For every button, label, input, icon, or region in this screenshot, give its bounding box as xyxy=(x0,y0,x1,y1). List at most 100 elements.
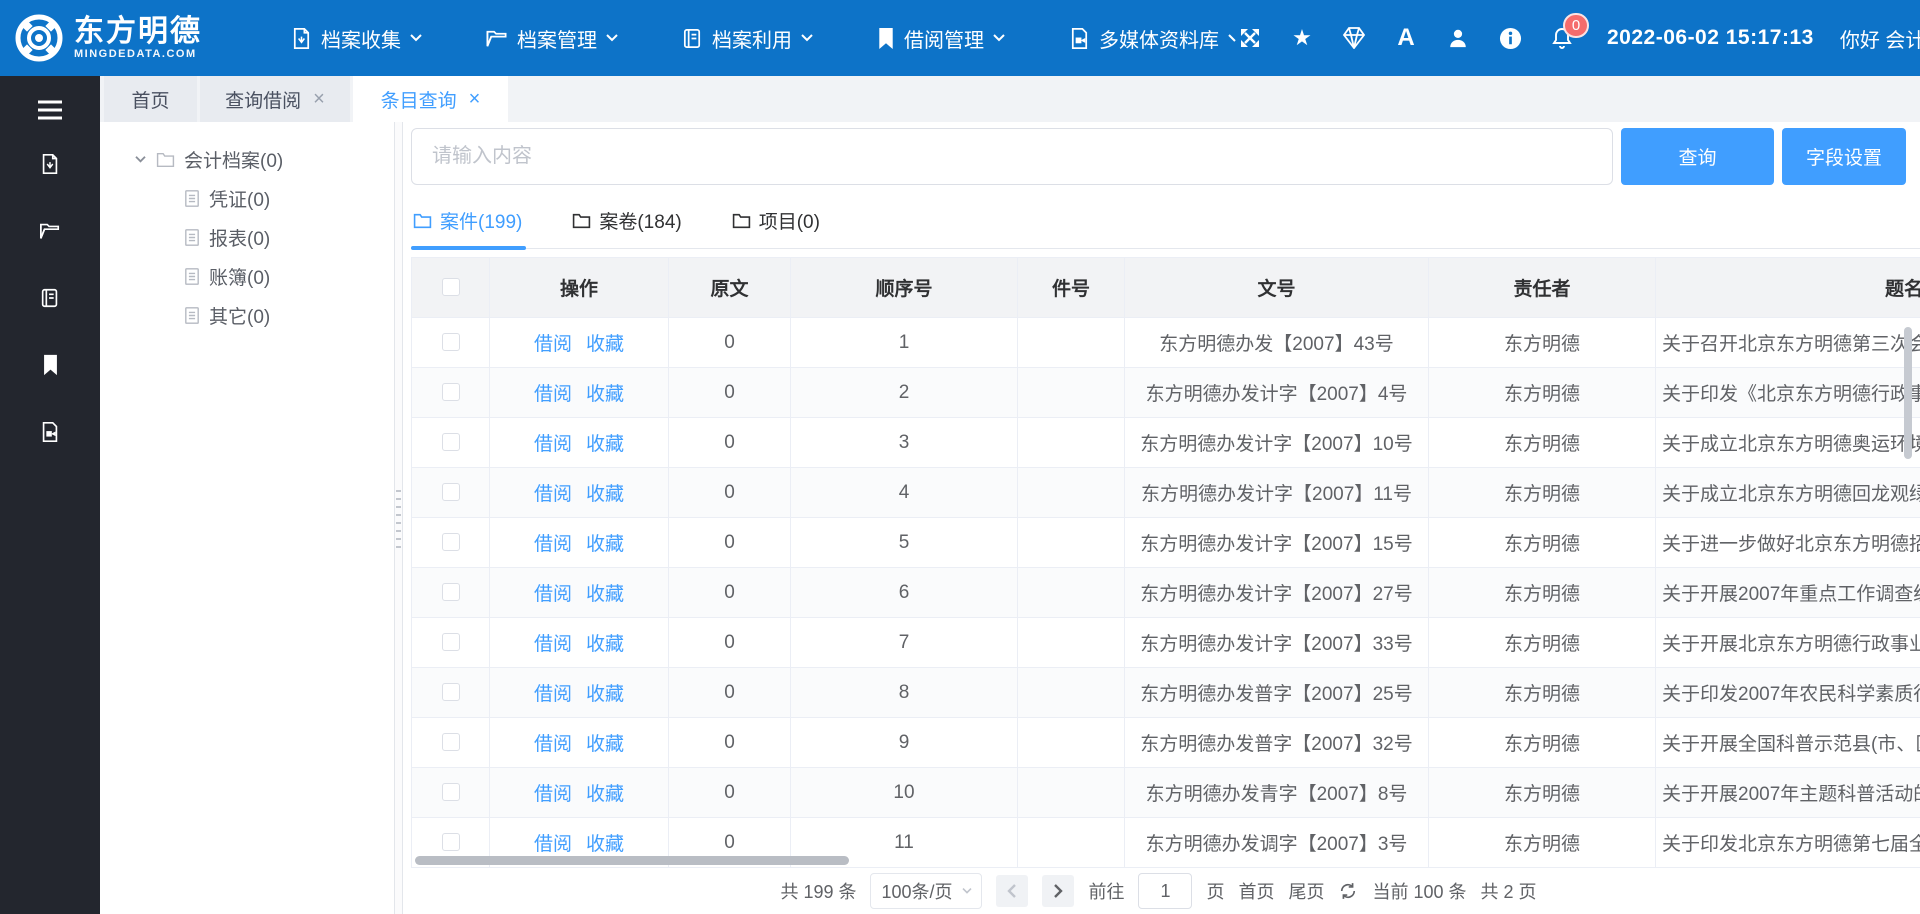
row-checkbox[interactable] xyxy=(442,783,460,801)
sidebar-item-media-library[interactable] xyxy=(0,412,100,452)
results-table: 操作 原文 顺序号 件号 文号 责任者 题名 借阅收藏01东方明德办发【2007… xyxy=(411,257,1920,868)
tree-node-voucher[interactable]: 凭证(0) xyxy=(100,179,394,218)
star-icon[interactable]: ★ xyxy=(1289,25,1315,51)
nav-item-archive-collect[interactable]: 档案收集 xyxy=(290,24,423,53)
search-input[interactable] xyxy=(411,128,1613,185)
refresh-button[interactable] xyxy=(1338,881,1358,901)
window-tab-home[interactable]: 首页 xyxy=(104,76,197,122)
result-tab-projects[interactable]: 项目(0) xyxy=(730,207,824,248)
sequence-cell: 6 xyxy=(791,568,1018,618)
close-icon[interactable]: × xyxy=(313,89,325,109)
row-checkbox[interactable] xyxy=(442,533,460,551)
favorite-link[interactable]: 收藏 xyxy=(586,534,624,555)
row-select-cell xyxy=(412,668,490,718)
refresh-icon xyxy=(1338,881,1358,901)
nav-item-borrow-manage[interactable]: 借阅管理 xyxy=(876,24,1006,53)
tree-node-report[interactable]: 报表(0) xyxy=(100,218,394,257)
favorite-link[interactable]: 收藏 xyxy=(586,584,624,605)
next-page-button[interactable] xyxy=(1042,875,1074,907)
chevron-down-icon xyxy=(605,33,619,43)
gem-icon[interactable] xyxy=(1341,25,1367,51)
tree-node-label: 其它(0) xyxy=(209,302,270,329)
favorite-link[interactable]: 收藏 xyxy=(586,434,624,455)
result-tab-files[interactable]: 案卷(184) xyxy=(570,207,685,248)
sidebar-item-archive-collect[interactable] xyxy=(0,144,100,184)
row-checkbox[interactable] xyxy=(442,633,460,651)
table-row: 借阅收藏02东方明德办发计字【2007】4号东方明德关于印发《北京东方明德行政事… xyxy=(412,368,1920,418)
favorite-link[interactable]: 收藏 xyxy=(586,334,624,355)
borrow-link[interactable]: 借阅 xyxy=(534,584,572,605)
sidebar-menu-toggle[interactable] xyxy=(0,90,100,130)
item-no-cell xyxy=(1018,568,1125,618)
favorite-link[interactable]: 收藏 xyxy=(586,684,624,705)
info-icon[interactable] xyxy=(1497,25,1523,51)
nav-item-archive-use[interactable]: 档案利用 xyxy=(681,24,814,53)
window-tab-query-borrow[interactable]: 查询借阅 × xyxy=(200,76,350,122)
app-window: 东方明德 MINGDEDATA.COM 档案收集 档案管理 xyxy=(0,0,1920,914)
app-logo[interactable]: 东方明德 MINGDEDATA.COM xyxy=(14,13,262,63)
borrow-link[interactable]: 借阅 xyxy=(534,684,572,705)
close-icon[interactable]: × xyxy=(469,89,481,109)
favorite-link[interactable]: 收藏 xyxy=(586,734,624,755)
borrow-link[interactable]: 借阅 xyxy=(534,484,572,505)
sequence-cell: 10 xyxy=(791,768,1018,818)
borrow-link[interactable]: 借阅 xyxy=(534,734,572,755)
tree-node-root[interactable]: 会计档案(0) xyxy=(100,140,394,179)
borrow-link[interactable]: 借阅 xyxy=(534,634,572,655)
panel-resize-handle[interactable] xyxy=(394,122,403,914)
user-icon[interactable] xyxy=(1445,25,1471,51)
favorite-link[interactable]: 收藏 xyxy=(586,484,624,505)
borrow-link[interactable]: 借阅 xyxy=(534,434,572,455)
notification-bell-icon[interactable]: 0 xyxy=(1549,25,1575,51)
font-size-icon[interactable]: A xyxy=(1393,25,1419,51)
field-settings-button[interactable]: 字段设置 xyxy=(1782,128,1906,185)
row-checkbox[interactable] xyxy=(442,333,460,351)
sidebar-item-borrow-manage[interactable] xyxy=(0,345,100,385)
fullscreen-icon[interactable] xyxy=(1237,25,1263,51)
nav-item-archive-manage[interactable]: 档案管理 xyxy=(485,24,619,53)
row-checkbox[interactable] xyxy=(442,433,460,451)
item-no-cell xyxy=(1018,818,1125,868)
doc-no-cell: 东方明德办发普字【2007】25号 xyxy=(1125,668,1429,718)
row-checkbox[interactable] xyxy=(442,683,460,701)
first-page-button[interactable]: 首页 xyxy=(1238,878,1274,904)
window-tab-entry-query[interactable]: 条目查询 × xyxy=(353,76,508,122)
author-cell: 东方明德 xyxy=(1429,668,1656,718)
original-cell: 0 xyxy=(669,768,791,818)
tree-node-label: 会计档案(0) xyxy=(184,146,283,173)
logo-title: 东方明德 xyxy=(74,16,202,48)
query-button[interactable]: 查询 xyxy=(1621,128,1774,185)
result-tab-cases[interactable]: 案件(199) xyxy=(411,207,526,248)
column-header-original: 原文 xyxy=(669,258,791,318)
page-size-select[interactable]: 100条/页 xyxy=(870,873,982,909)
goto-page-input[interactable] xyxy=(1138,873,1192,909)
page-unit-label: 页 xyxy=(1206,878,1224,904)
favorite-link[interactable]: 收藏 xyxy=(586,784,624,805)
item-no-cell xyxy=(1018,318,1125,368)
last-page-button[interactable]: 尾页 xyxy=(1288,878,1324,904)
favorite-link[interactable]: 收藏 xyxy=(586,634,624,655)
favorite-link[interactable]: 收藏 xyxy=(586,834,624,855)
borrow-link[interactable]: 借阅 xyxy=(534,534,572,555)
sidebar-item-archive-use[interactable] xyxy=(0,278,100,318)
borrow-link[interactable]: 借阅 xyxy=(534,384,572,405)
item-no-cell xyxy=(1018,468,1125,518)
favorite-link[interactable]: 收藏 xyxy=(586,384,624,405)
table-row: 借阅收藏09东方明德办发普字【2007】32号东方明德关于开展全国科普示范县(市… xyxy=(412,718,1920,768)
row-checkbox[interactable] xyxy=(442,583,460,601)
vertical-scrollbar[interactable] xyxy=(1904,327,1912,459)
sidebar-item-archive-manage[interactable] xyxy=(0,211,100,251)
tree-node-ledger[interactable]: 账簿(0) xyxy=(100,257,394,296)
row-checkbox[interactable] xyxy=(442,383,460,401)
row-checkbox[interactable] xyxy=(442,483,460,501)
tree-node-other[interactable]: 其它(0) xyxy=(100,296,394,335)
nav-item-media-library[interactable]: 多媒体资料库 xyxy=(1068,24,1237,53)
borrow-link[interactable]: 借阅 xyxy=(534,834,572,855)
select-all-checkbox[interactable] xyxy=(442,278,460,296)
horizontal-scrollbar[interactable] xyxy=(415,856,849,865)
borrow-link[interactable]: 借阅 xyxy=(534,784,572,805)
borrow-link[interactable]: 借阅 xyxy=(534,334,572,355)
row-checkbox[interactable] xyxy=(442,733,460,751)
row-checkbox[interactable] xyxy=(442,833,460,851)
prev-page-button[interactable] xyxy=(996,875,1028,907)
